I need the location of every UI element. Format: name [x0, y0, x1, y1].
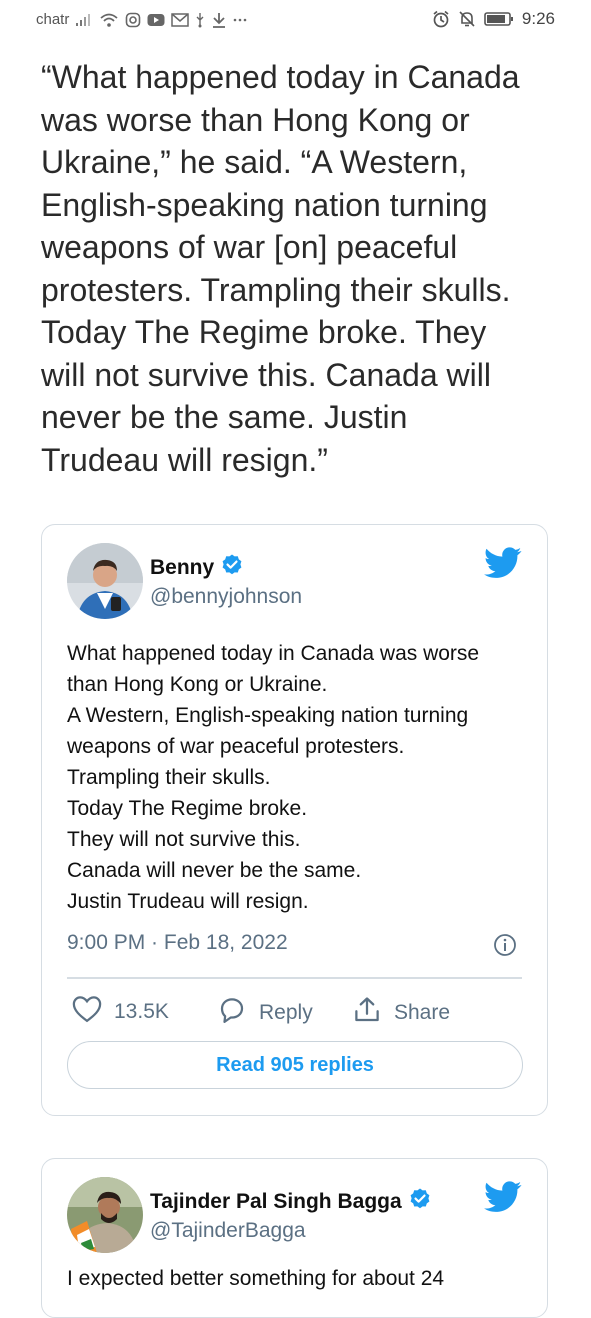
reply-icon [217, 995, 247, 1031]
wifi-icon [99, 12, 119, 28]
divider [67, 977, 522, 979]
tweet-body-partial: I expected better something for about 24 [67, 1267, 445, 1290]
reply-label: Reply [259, 1001, 313, 1024]
article-line: Trudeau will resign.” [41, 441, 328, 478]
read-replies-button[interactable]: Read 905 replies [67, 1041, 523, 1089]
tweet-line: A Western, English-speaking nation turni… [67, 704, 469, 727]
status-right: 9:26 [432, 9, 555, 29]
more-icon [233, 17, 247, 23]
info-icon[interactable] [493, 933, 517, 962]
article-line: Ukraine,” he said. “A Western, [41, 144, 468, 180]
instagram-icon [125, 12, 141, 28]
tweet-line: Justin Trudeau will resign. [67, 890, 309, 913]
display-name[interactable]: Benny [150, 553, 244, 583]
tweet-line: Trampling their skulls. [67, 766, 271, 789]
tweet-line: Canada will never be the same. [67, 859, 362, 882]
article-line: Today The Regime broke. They [41, 314, 487, 350]
signal-icon [75, 13, 93, 27]
tweet-body: What happened today in Canada was worse … [67, 638, 537, 917]
article-line: “What happened today in Canada [41, 59, 520, 95]
tweet-line: than Hong Kong or Ukraine. [67, 673, 328, 696]
display-name-text: Tajinder Pal Singh Bagga [150, 1190, 402, 1213]
article-line: was worse than Hong Kong or [41, 101, 470, 138]
avatar[interactable] [67, 1177, 143, 1253]
share-button[interactable]: Share [352, 995, 450, 1031]
share-icon [352, 995, 382, 1031]
reply-button[interactable]: Reply [217, 995, 313, 1031]
twitter-logo-icon[interactable] [484, 1181, 522, 1218]
share-label: Share [394, 1001, 451, 1024]
carrier-label: chatr [36, 11, 70, 28]
tweet-line: Today The Regime broke. [67, 797, 308, 820]
user-handle[interactable]: @TajinderBagga [150, 1219, 306, 1243]
display-name[interactable]: Tajinder Pal Singh Bagga [150, 1187, 432, 1217]
article-quote: “What happened today in Canada was worse… [41, 56, 561, 481]
download-icon [211, 12, 227, 28]
status-bar: chatr 9:26 [0, 0, 591, 42]
article-line: will not survive this. Canada will [41, 356, 491, 393]
tweet-line: They will not survive this. [67, 828, 301, 851]
status-left: chatr [36, 11, 247, 28]
article-line: never be the same. Justin [41, 399, 408, 435]
embedded-tweet[interactable]: Benny @bennyjohnson What happened today … [41, 524, 548, 1116]
heart-icon [72, 995, 102, 1029]
youtube-icon [147, 13, 165, 27]
verified-badge-icon [220, 553, 244, 583]
tweet-line: weapons of war peaceful protesters. [67, 735, 405, 758]
display-name-text: Benny [150, 556, 215, 579]
like-button[interactable]: 13.5K [72, 995, 169, 1029]
gmail-icon [171, 12, 190, 27]
battery-icon [484, 11, 514, 27]
article-line: protesters. Trampling their skulls. [41, 271, 511, 308]
article-line: weapons of war [on] peaceful [41, 229, 458, 265]
verified-badge-icon [408, 1187, 432, 1217]
alarm-icon [432, 10, 450, 28]
article-line: English-speaking nation turning [41, 186, 488, 223]
user-handle[interactable]: @bennyjohnson [150, 585, 302, 609]
tweet-timestamp[interactable]: 9:00 PM · Feb 18, 2022 [67, 931, 288, 955]
clock: 9:26 [521, 9, 555, 28]
avatar[interactable] [67, 543, 143, 619]
like-count: 13.5K [114, 1000, 169, 1023]
notifications-off-icon [458, 10, 476, 28]
tweet-line: What happened today in Canada was worse [67, 642, 480, 665]
usb-icon [195, 12, 205, 28]
twitter-logo-icon[interactable] [484, 547, 522, 584]
embedded-tweet[interactable]: Tajinder Pal Singh Bagga @TajinderBagga … [41, 1158, 548, 1318]
